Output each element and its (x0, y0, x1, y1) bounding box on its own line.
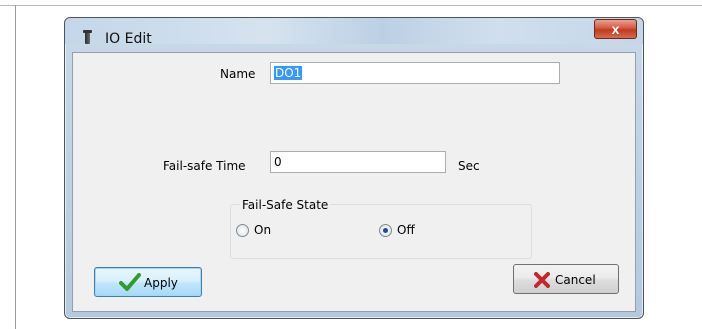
failsafe-time-value: 0 (274, 155, 282, 169)
name-label: Name (220, 67, 256, 81)
window-title: IO Edit (105, 31, 152, 47)
io-edit-app-icon (83, 30, 92, 44)
failsafe-time-input[interactable]: 0 (270, 151, 446, 173)
state-off-radio[interactable] (379, 224, 392, 237)
failsafe-state-label: Fail-Safe State (240, 198, 331, 212)
background-rule-left (15, 5, 16, 329)
state-on-label[interactable]: On (254, 223, 271, 237)
cancel-button-label: Cancel (555, 273, 596, 287)
background-rule-top (0, 5, 702, 6)
apply-button-label: Apply (144, 276, 178, 290)
red-x-icon (534, 272, 550, 288)
state-off-label[interactable]: Off (397, 223, 415, 237)
failsafe-time-label: Fail-safe Time (163, 159, 246, 173)
apply-button[interactable]: Apply (94, 267, 202, 297)
cancel-button[interactable]: Cancel (513, 264, 619, 294)
name-input[interactable]: DO1 (270, 62, 560, 84)
checkmark-icon (119, 273, 141, 291)
title-bar[interactable]: IO Edit x (65, 18, 643, 47)
io-edit-dialog: IO Edit x Name DO1 Fail-safe Time 0 Sec … (64, 17, 644, 319)
name-input-value: DO1 (274, 66, 303, 80)
dialog-body: Name DO1 Fail-safe Time 0 Sec Fail-Safe … (72, 52, 636, 312)
state-on-radio[interactable] (236, 224, 249, 237)
failsafe-time-unit: Sec (458, 159, 480, 173)
close-button[interactable]: x (594, 19, 637, 39)
